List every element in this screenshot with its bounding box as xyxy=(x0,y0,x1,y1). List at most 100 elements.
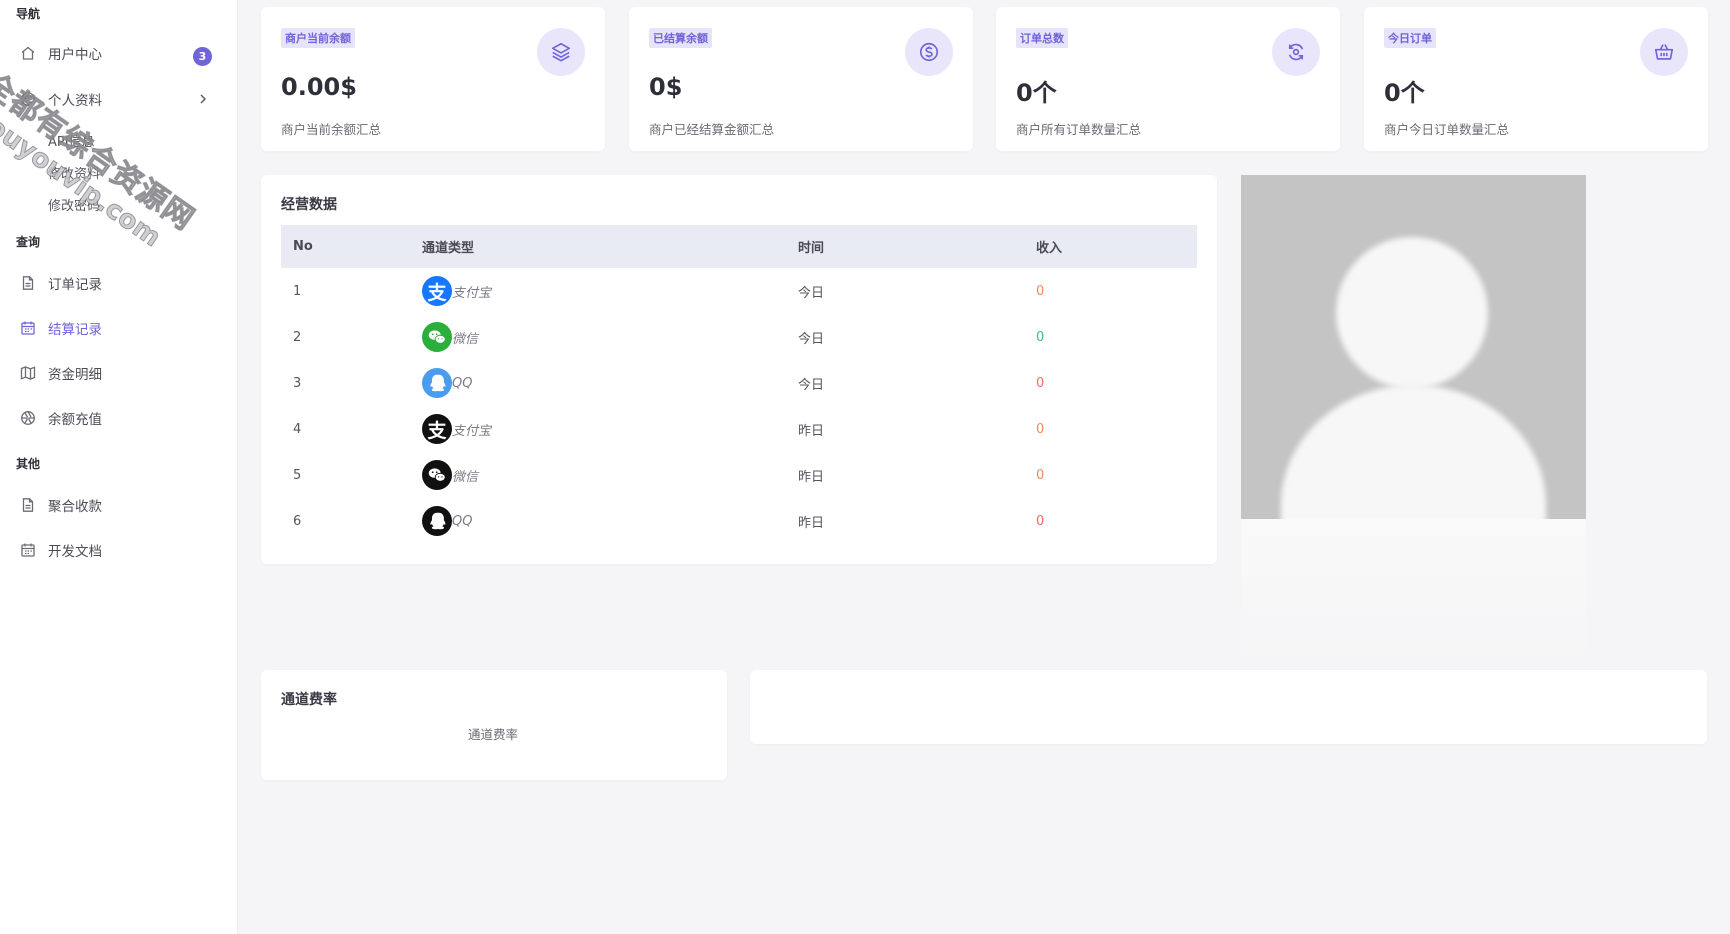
avatar-fade xyxy=(1241,519,1586,669)
chevron-right-icon[interactable] xyxy=(198,92,208,106)
qq-icon xyxy=(422,506,452,536)
channel-fee-subtitle: 通道费率 xyxy=(468,727,519,742)
cell-no: 3 xyxy=(293,375,302,391)
wechat-icon xyxy=(422,460,452,490)
sidebar-item-personal-info[interactable]: 个人资料 xyxy=(20,84,220,114)
table-header: No 通道类型 时间 收入 xyxy=(281,225,1197,268)
calendar-icon xyxy=(20,542,36,558)
avatar-body-shape xyxy=(1281,385,1546,519)
sidebar-item-label: 个人资料 xyxy=(48,93,102,109)
stat-value: 0$ xyxy=(649,73,683,101)
home-icon xyxy=(20,45,36,61)
sidebar-sub-api-info[interactable]: API信息 xyxy=(48,129,95,151)
cell-no: 6 xyxy=(293,513,302,529)
cell-income: 0 xyxy=(1036,375,1045,391)
sidebar-sub-edit-profile[interactable]: 修改资料 xyxy=(48,161,100,183)
sidebar-item-settlement-records[interactable]: 结算记录 xyxy=(20,313,220,343)
table-row: 2 微信 今日 0 xyxy=(281,314,1197,360)
stat-tag: 商户当前余额 xyxy=(281,28,355,48)
cell-time: 昨日 xyxy=(798,515,825,531)
dollar-coin-icon xyxy=(905,28,953,76)
business-data-table: No 通道类型 时间 收入 1 支 支付宝 今日 0 2 微信 今日 0 3 Q… xyxy=(281,225,1197,544)
stat-desc: 商户当前余额汇总 xyxy=(281,122,382,137)
section-other-label: 其他 xyxy=(16,457,41,471)
sidebar-item-label: 聚合收款 xyxy=(48,499,102,515)
alipay-icon: 支 xyxy=(422,276,452,306)
stat-card-settled-balance: 已结算余额 0$ 商户已经结算金额汇总 xyxy=(629,7,973,151)
cell-channel: 支付宝 xyxy=(452,423,492,439)
calendar-icon xyxy=(20,320,36,336)
sidebar-item-dev-docs[interactable]: 开发文档 xyxy=(20,535,220,565)
stat-value: 0.00$ xyxy=(281,73,357,101)
cell-time: 今日 xyxy=(798,377,825,393)
sidebar-item-order-records[interactable]: 订单记录 xyxy=(20,268,220,298)
cell-income: 0 xyxy=(1036,421,1045,437)
business-data-card: 经营数据 No 通道类型 时间 收入 1 支 支付宝 今日 0 2 微信 今日 … xyxy=(261,175,1217,564)
cell-channel: QQ xyxy=(452,513,473,529)
cell-income: 0 xyxy=(1036,329,1045,345)
cell-time: 昨日 xyxy=(798,469,825,485)
sidebar-item-balance-recharge[interactable]: 余额充值 xyxy=(20,403,220,433)
sidebar-item-label: 结算记录 xyxy=(48,322,102,338)
cell-no: 4 xyxy=(293,421,302,437)
table-row: 4 支 支付宝 昨日 0 xyxy=(281,406,1197,452)
avatar xyxy=(1241,175,1586,519)
header-no: No xyxy=(293,239,313,254)
table-row: 3 QQ 今日 0 xyxy=(281,360,1197,406)
sidebar-item-user-center[interactable]: 用户中心 xyxy=(20,38,220,68)
stat-card-total-orders: 订单总数 0个 商户所有订单数量汇总 xyxy=(996,7,1340,151)
palette-icon xyxy=(20,91,36,107)
channel-fee-card: 通道费率 通道费率 xyxy=(261,670,727,780)
table-row: 5 微信 昨日 0 xyxy=(281,452,1197,498)
alipay-icon: 支 xyxy=(422,414,452,444)
aperture-icon xyxy=(20,410,36,426)
business-data-title: 经营数据 xyxy=(281,197,337,213)
sidebar-item-label: 订单记录 xyxy=(48,277,102,293)
cell-no: 5 xyxy=(293,467,302,483)
avatar-head-shape xyxy=(1336,237,1488,389)
stat-card-today-orders: 今日订单 0个 商户今日订单数量汇总 xyxy=(1364,7,1708,151)
sidebar-item-label: 开发文档 xyxy=(48,544,102,560)
basket-icon xyxy=(1640,28,1688,76)
stat-tag: 订单总数 xyxy=(1016,28,1068,48)
cell-time: 昨日 xyxy=(798,423,825,439)
table-row: 1 支 支付宝 今日 0 xyxy=(281,268,1197,314)
stat-card-current-balance: 商户当前余额 0.00$ 商户当前余额汇总 xyxy=(261,7,605,151)
refresh-circle-icon xyxy=(1272,28,1320,76)
cell-no: 2 xyxy=(293,329,302,345)
stat-desc: 商户今日订单数量汇总 xyxy=(1384,122,1510,137)
sidebar-item-label: 资金明细 xyxy=(48,367,102,383)
sidebar-item-label: 余额充值 xyxy=(48,412,102,428)
stat-value: 0个 xyxy=(1016,79,1057,107)
cell-income: 0 xyxy=(1036,513,1045,529)
sidebar-sub-change-password[interactable]: 修改密码 xyxy=(48,193,100,215)
sidebar: 导航 用户中心 3 个人资料 API信息 修改资料 修改密码 查询 订单记录 结… xyxy=(0,0,238,934)
sidebar-item-fund-details[interactable]: 资金明细 xyxy=(20,358,220,388)
cell-income: 0 xyxy=(1036,467,1045,483)
cell-channel: 支付宝 xyxy=(452,285,492,301)
notification-badge: 3 xyxy=(193,47,212,66)
stat-desc: 商户已经结算金额汇总 xyxy=(649,122,775,137)
header-time: 时间 xyxy=(798,241,825,256)
wechat-icon xyxy=(422,322,452,352)
map-icon xyxy=(20,365,36,381)
cell-time: 今日 xyxy=(798,285,825,301)
layers-icon xyxy=(537,28,585,76)
sidebar-item-label: 用户中心 xyxy=(48,47,102,63)
stat-tag: 已结算余额 xyxy=(649,28,712,48)
cell-channel: 微信 xyxy=(452,331,479,347)
blank-card xyxy=(750,670,1707,744)
table-row: 6 QQ 昨日 0 xyxy=(281,498,1197,544)
section-nav-label: 导航 xyxy=(16,7,41,21)
cell-no: 1 xyxy=(293,283,302,299)
stat-desc: 商户所有订单数量汇总 xyxy=(1016,122,1142,137)
cell-time: 今日 xyxy=(798,331,825,347)
sidebar-item-aggregate-payment[interactable]: 聚合收款 xyxy=(20,490,220,520)
stat-tag: 今日订单 xyxy=(1384,28,1436,48)
header-income: 收入 xyxy=(1036,241,1063,256)
qq-icon xyxy=(422,368,452,398)
cell-income: 0 xyxy=(1036,283,1045,299)
header-channel: 通道类型 xyxy=(422,241,475,256)
cell-channel: QQ xyxy=(452,375,473,391)
section-query-label: 查询 xyxy=(16,235,41,249)
